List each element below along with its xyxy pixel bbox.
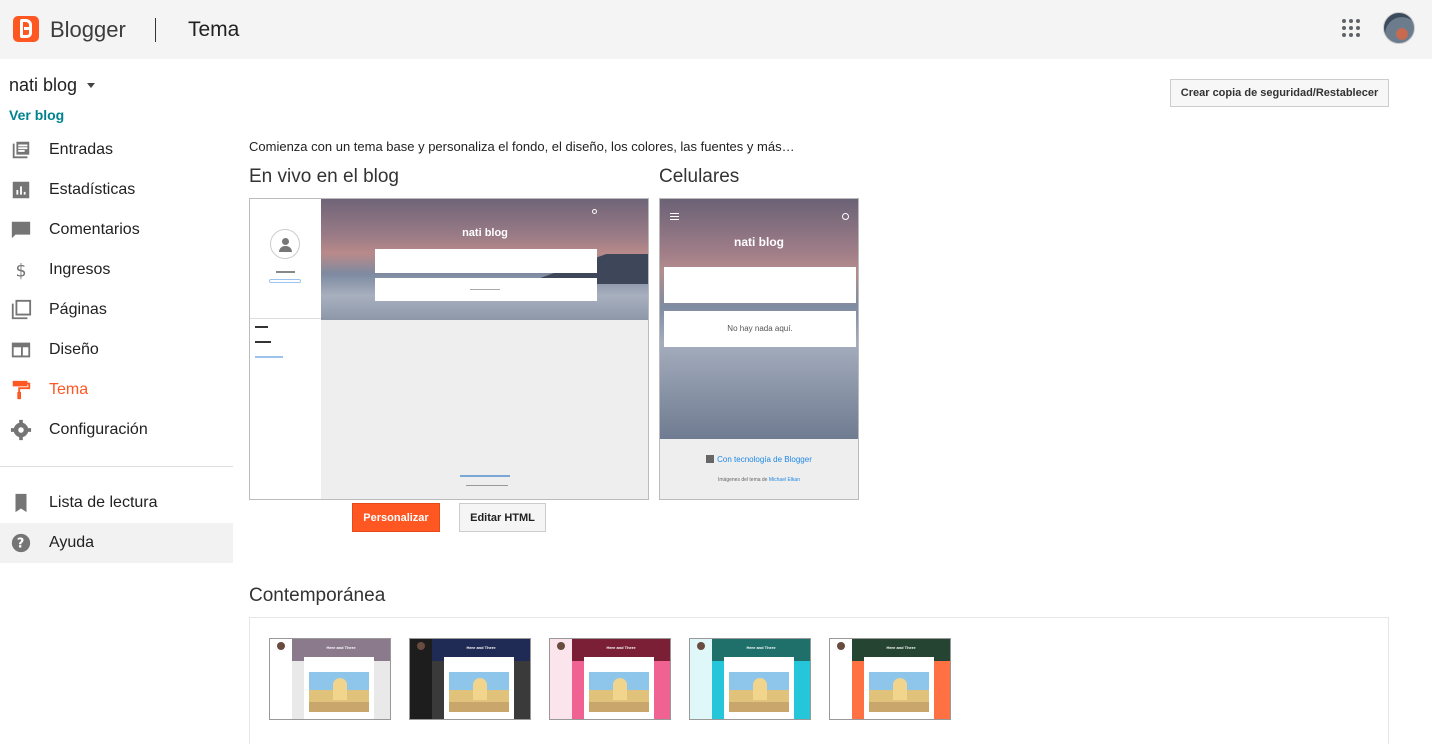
pages-icon bbox=[11, 299, 32, 320]
account-avatar[interactable] bbox=[1383, 12, 1415, 44]
theme-gallery: Here and There Here and There Here and T… bbox=[249, 617, 1389, 744]
theme-thumbnail[interactable]: Here and There bbox=[269, 638, 391, 720]
sidebar-item-label: Tema bbox=[49, 381, 89, 398]
preview-footer-link bbox=[460, 475, 510, 477]
top-bar: Blogger Tema bbox=[0, 0, 1432, 59]
sidebar-item-label: Configuración bbox=[49, 421, 148, 438]
powered-by-text: Con tecnología de Blogger bbox=[660, 455, 858, 464]
theme-thumbnail[interactable]: Here and There bbox=[689, 638, 811, 720]
brand-name[interactable]: Blogger bbox=[50, 17, 126, 43]
stats-icon bbox=[12, 181, 30, 199]
theme-thumb-title: Here and There bbox=[606, 645, 636, 650]
gear-icon bbox=[10, 419, 32, 441]
preview-card bbox=[375, 249, 597, 273]
sidebar-divider bbox=[0, 466, 233, 467]
theme-thumb-title: Here and There bbox=[466, 645, 496, 650]
sidebar-item-label: Entradas bbox=[49, 141, 114, 158]
preview-blog-title: nati blog bbox=[462, 227, 508, 239]
comments-icon bbox=[11, 221, 31, 239]
preview-text-line bbox=[255, 326, 268, 328]
preview-divider bbox=[250, 318, 321, 319]
mobile-section-title: Celulares bbox=[659, 166, 740, 187]
preview-empty-card: No hay nada aquí. bbox=[664, 311, 856, 347]
view-blog-link[interactable]: Ver blog bbox=[9, 107, 64, 123]
sidebar-item-label: Diseño bbox=[49, 341, 99, 358]
credit-author-link: Michael Elkan bbox=[768, 477, 800, 483]
sidebar-item-ingresos[interactable]: $ Ingresos bbox=[0, 250, 233, 290]
profile-icon bbox=[270, 229, 300, 259]
preview-footer-credit bbox=[466, 485, 508, 486]
theme-thumb-title: Here and There bbox=[326, 645, 356, 650]
sidebar-item-comentarios[interactable]: Comentarios bbox=[0, 210, 233, 250]
backup-restore-button[interactable]: Crear copia de seguridad/Restablecer bbox=[1170, 79, 1389, 107]
layout-icon bbox=[11, 342, 31, 358]
gallery-title: Contemporánea bbox=[249, 585, 386, 606]
sidebar-item-label: Ingresos bbox=[49, 261, 111, 278]
sidebar-item-label: Ayuda bbox=[49, 534, 95, 551]
search-icon bbox=[842, 213, 849, 220]
theme-thumbnail[interactable]: Here and There bbox=[549, 638, 671, 720]
sidebar-item-lista-de-lectura[interactable]: Lista de lectura bbox=[0, 483, 233, 523]
sidebar-item-label: Páginas bbox=[49, 301, 107, 318]
page-title: Tema bbox=[188, 18, 240, 41]
desktop-preview[interactable]: nati blog bbox=[249, 198, 649, 500]
live-section-title: En vivo en el blog bbox=[249, 166, 399, 187]
preview-sidebar bbox=[250, 199, 321, 499]
sidebar-item-diseno[interactable]: Diseño bbox=[0, 330, 233, 370]
caret-down-icon[interactable] bbox=[87, 83, 95, 88]
powered-by-label: Con tecnología de Blogger bbox=[717, 455, 812, 464]
theme-thumb-title: Here and There bbox=[886, 645, 916, 650]
dollar-icon: $ bbox=[16, 261, 27, 281]
preview-card bbox=[664, 267, 856, 303]
preview-text-line bbox=[255, 341, 271, 343]
menu-icon bbox=[670, 213, 679, 220]
sidebar-item-label: Comentarios bbox=[49, 221, 140, 238]
paint-roller-icon bbox=[12, 380, 31, 400]
preview-text-line bbox=[255, 356, 283, 358]
sidebar-item-paginas[interactable]: Páginas bbox=[0, 290, 233, 330]
posts-icon bbox=[12, 141, 30, 159]
svg-text:$: $ bbox=[16, 261, 27, 281]
blogger-logo-icon[interactable] bbox=[13, 16, 39, 42]
intro-text: Comienza con un tema base y personaliza … bbox=[249, 139, 795, 154]
apps-grid-icon[interactable] bbox=[1342, 19, 1360, 37]
sidebar-item-estadisticas[interactable]: Estadísticas bbox=[0, 170, 233, 210]
preview-card bbox=[375, 278, 597, 301]
credit-prefix: Imágenes del tema de bbox=[717, 477, 768, 483]
preview-button bbox=[269, 279, 301, 283]
sidebar-item-label: Estadísticas bbox=[49, 181, 136, 198]
theme-thumb-title: Here and There bbox=[746, 645, 776, 650]
sidebar-item-tema[interactable]: Tema bbox=[0, 370, 233, 410]
sidebar-item-ayuda[interactable]: ? Ayuda bbox=[0, 523, 233, 563]
preview-blog-title: nati blog bbox=[734, 235, 784, 249]
header-divider bbox=[155, 18, 156, 42]
mobile-preview[interactable]: nati blog No hay nada aquí. Con tecnolog… bbox=[659, 198, 859, 500]
sidebar-item-label: Lista de lectura bbox=[49, 494, 158, 511]
edit-html-button[interactable]: Editar HTML bbox=[459, 503, 546, 532]
bookmark-icon bbox=[15, 493, 27, 513]
theme-thumbnail[interactable]: Here and There bbox=[409, 638, 531, 720]
sidebar-item-entradas[interactable]: Entradas bbox=[0, 130, 233, 170]
blogger-small-icon bbox=[706, 455, 715, 463]
customize-button[interactable]: Personalizar bbox=[352, 503, 440, 532]
search-icon bbox=[592, 209, 597, 214]
theme-thumbnail[interactable]: Here and There bbox=[829, 638, 951, 720]
blog-selector[interactable]: nati blog bbox=[9, 75, 77, 96]
preview-text-line bbox=[276, 271, 295, 273]
help-icon: ? bbox=[11, 533, 31, 553]
sidebar-item-configuracion[interactable]: Configuración bbox=[0, 410, 233, 450]
svg-text:?: ? bbox=[17, 537, 24, 552]
theme-credit: Imágenes del tema de Michael Elkan bbox=[660, 477, 858, 483]
